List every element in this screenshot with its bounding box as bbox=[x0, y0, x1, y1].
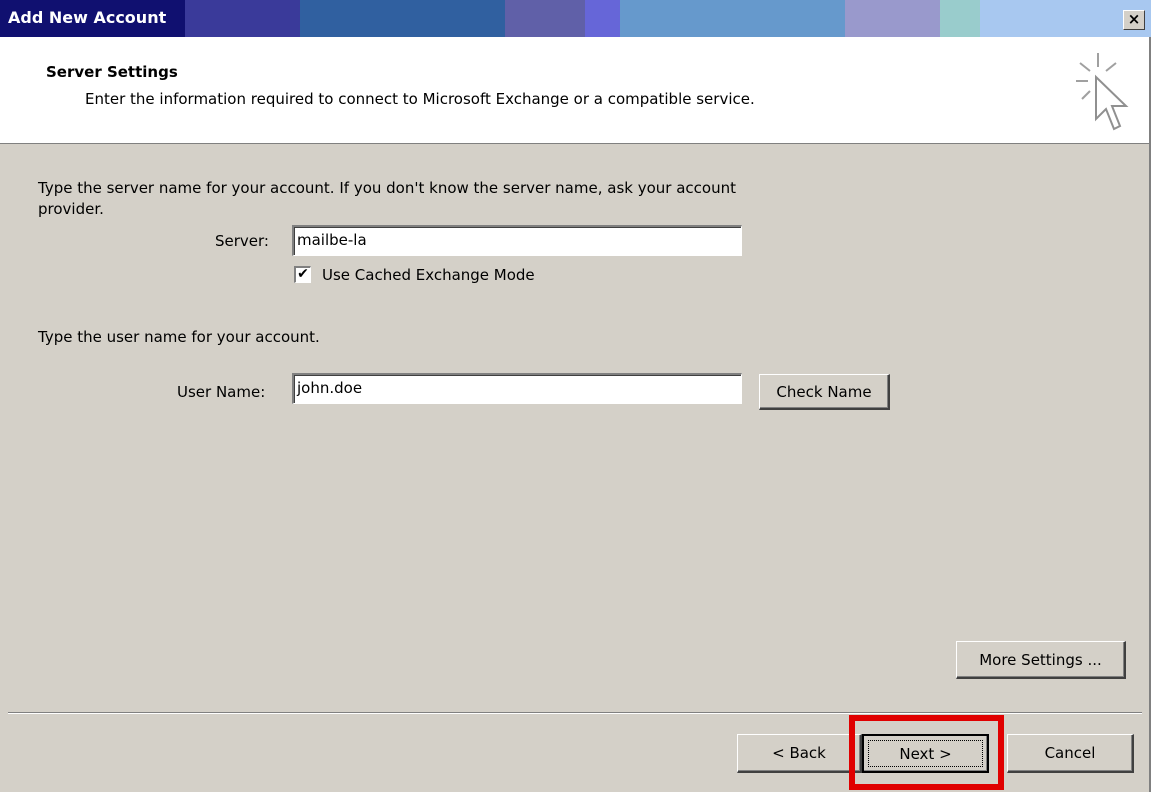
window-title: Add New Account bbox=[8, 8, 167, 27]
username-instructions: Type the user name for your account. bbox=[38, 328, 320, 346]
close-button[interactable]: × bbox=[1123, 10, 1145, 30]
title-bar-segment bbox=[300, 0, 505, 37]
wizard-header: Server Settings Enter the information re… bbox=[0, 37, 1149, 144]
username-input[interactable]: john.doe bbox=[292, 373, 742, 404]
page-subtitle: Enter the information required to connec… bbox=[85, 90, 755, 108]
close-icon: × bbox=[1127, 10, 1141, 28]
add-account-dialog: Add New Account × Server Settings Enter … bbox=[0, 0, 1151, 792]
title-bar-segment bbox=[505, 0, 585, 37]
title-bar: Add New Account × bbox=[0, 0, 1151, 37]
page-title: Server Settings bbox=[46, 63, 178, 81]
title-bar-segment bbox=[845, 0, 940, 37]
title-bar-segment bbox=[620, 0, 845, 37]
cancel-button[interactable]: Cancel bbox=[1007, 734, 1134, 773]
check-name-button[interactable]: Check Name bbox=[759, 374, 890, 410]
server-label: Server: bbox=[215, 232, 269, 250]
check-mark-icon: ✔ bbox=[297, 266, 309, 282]
server-instructions: Type the server name for your account. I… bbox=[38, 179, 736, 218]
username-label: User Name: bbox=[177, 383, 266, 401]
server-input[interactable]: mailbe-la bbox=[292, 225, 742, 256]
footer-divider bbox=[8, 712, 1142, 714]
next-button-highlight bbox=[849, 715, 1004, 790]
title-bar-segment bbox=[185, 0, 300, 37]
title-bar-segment bbox=[585, 0, 620, 37]
cursor-sparkle-icon bbox=[1076, 53, 1129, 131]
cached-mode-checkbox[interactable]: ✔ bbox=[294, 266, 311, 283]
more-settings-button[interactable]: More Settings ... bbox=[956, 641, 1126, 679]
cached-mode-label[interactable]: Use Cached Exchange Mode bbox=[322, 266, 535, 284]
back-button[interactable]: < Back bbox=[737, 734, 862, 773]
title-bar-segment bbox=[940, 0, 980, 37]
